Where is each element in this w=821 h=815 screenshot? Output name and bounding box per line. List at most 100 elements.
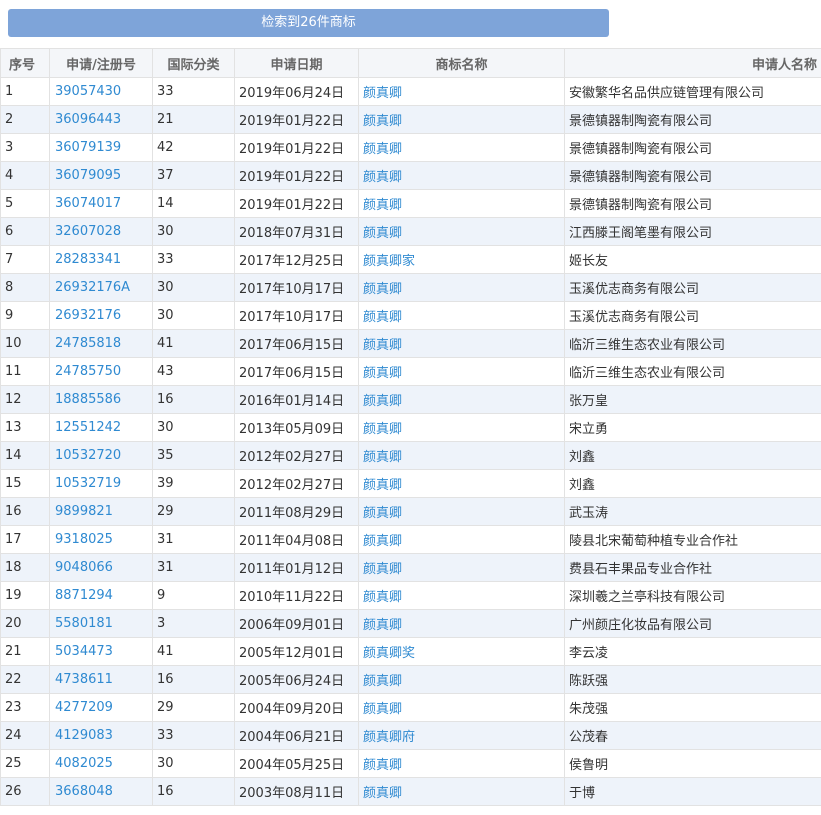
registration-number-link[interactable]: 24785818 bbox=[49, 329, 153, 358]
trademark-name-link[interactable]: 颜真卿 bbox=[358, 749, 565, 778]
applicant-name: 李云凌 bbox=[564, 637, 821, 666]
trademark-name-link[interactable]: 颜真卿奖 bbox=[358, 637, 565, 666]
table-row[interactable]: 6 32607028 30 2018年07月31日 颜真卿 江西滕王阁笔墨有限公司 bbox=[0, 217, 821, 246]
trademark-name-link[interactable]: 颜真卿 bbox=[358, 301, 565, 330]
trademark-name-link[interactable]: 颜真卿 bbox=[358, 357, 565, 386]
trademark-name-link[interactable]: 颜真卿 bbox=[358, 609, 565, 638]
trademark-name-link[interactable]: 颜真卿家 bbox=[358, 245, 565, 274]
trademark-name-link[interactable]: 颜真卿 bbox=[358, 441, 565, 470]
header-index[interactable]: 序号 bbox=[0, 48, 50, 78]
trademark-name-link[interactable]: 颜真卿 bbox=[358, 497, 565, 526]
table-row[interactable]: 16 9899821 29 2011年08月29日 颜真卿 武玉涛 bbox=[0, 497, 821, 526]
table-row[interactable]: 4 36079095 37 2019年01月22日 颜真卿 景德镇器制陶瓷有限公司 bbox=[0, 161, 821, 190]
registration-number-link[interactable]: 32607028 bbox=[49, 217, 153, 246]
international-class: 42 bbox=[152, 133, 235, 162]
trademark-name-link[interactable]: 颜真卿 bbox=[358, 553, 565, 582]
registration-number-link[interactable]: 5580181 bbox=[49, 609, 153, 638]
header-application-date[interactable]: 申请日期 bbox=[234, 48, 359, 78]
trademark-name-link[interactable]: 颜真卿 bbox=[358, 469, 565, 498]
header-applicant-name[interactable]: 申请人名称 bbox=[564, 48, 821, 78]
registration-number-link[interactable]: 36079139 bbox=[49, 133, 153, 162]
trademark-name-link[interactable]: 颜真卿 bbox=[358, 329, 565, 358]
registration-number-link[interactable]: 18885586 bbox=[49, 385, 153, 414]
registration-number-link[interactable]: 28283341 bbox=[49, 245, 153, 274]
registration-number-link[interactable]: 5034473 bbox=[49, 637, 153, 666]
international-class: 30 bbox=[152, 217, 235, 246]
search-result-banner[interactable]: 检索到26件商标 bbox=[8, 9, 609, 37]
table-row[interactable]: 1 39057430 33 2019年06月24日 颜真卿 安徽繁华名品供应链管理有限公司 bbox=[0, 77, 821, 106]
registration-number-link[interactable]: 9318025 bbox=[49, 525, 153, 554]
trademark-name-link[interactable]: 颜真卿 bbox=[358, 217, 565, 246]
table-row[interactable]: 26 3668048 16 2003年08月11日 颜真卿 于博 bbox=[0, 777, 821, 806]
table-row[interactable]: 22 4738611 16 2005年06月24日 颜真卿 陈跃强 bbox=[0, 665, 821, 694]
trademark-name-link[interactable]: 颜真卿 bbox=[358, 693, 565, 722]
registration-number-link[interactable]: 4129083 bbox=[49, 721, 153, 750]
table-row[interactable]: 11 24785750 43 2017年06月15日 颜真卿 临沂三维生态农业有限公司 bbox=[0, 357, 821, 386]
header-registration-number[interactable]: 申请/注册号 bbox=[49, 48, 153, 78]
registration-number-link[interactable]: 10532720 bbox=[49, 441, 153, 470]
application-date: 2019年01月22日 bbox=[234, 133, 359, 162]
table-row[interactable]: 23 4277209 29 2004年09月20日 颜真卿 朱茂强 bbox=[0, 693, 821, 722]
international-class: 41 bbox=[152, 637, 235, 666]
table-row[interactable]: 20 5580181 3 2006年09月01日 颜真卿 广州颜庄化妆品有限公司 bbox=[0, 609, 821, 638]
trademark-name-link[interactable]: 颜真卿 bbox=[358, 273, 565, 302]
registration-number-link[interactable]: 26932176A bbox=[49, 273, 153, 302]
table-row[interactable]: 25 4082025 30 2004年05月25日 颜真卿 侯鲁明 bbox=[0, 749, 821, 778]
registration-number-link[interactable]: 4277209 bbox=[49, 693, 153, 722]
table-row[interactable]: 17 9318025 31 2011年04月08日 颜真卿 陵县北宋葡萄种植专业合作社 bbox=[0, 525, 821, 554]
trademark-name-link[interactable]: 颜真卿 bbox=[358, 665, 565, 694]
trademark-name-link[interactable]: 颜真卿 bbox=[358, 189, 565, 218]
registration-number-link[interactable]: 39057430 bbox=[49, 77, 153, 106]
trademark-name-link[interactable]: 颜真卿 bbox=[358, 777, 565, 806]
trademark-name-link[interactable]: 颜真卿 bbox=[358, 77, 565, 106]
registration-number-link[interactable]: 4738611 bbox=[49, 665, 153, 694]
row-index: 17 bbox=[0, 525, 50, 554]
table-row[interactable]: 10 24785818 41 2017年06月15日 颜真卿 临沂三维生态农业有限公司 bbox=[0, 329, 821, 358]
table-row[interactable]: 12 18885586 16 2016年01月14日 颜真卿 张万皇 bbox=[0, 385, 821, 414]
registration-number-link[interactable]: 10532719 bbox=[49, 469, 153, 498]
application-date: 2011年01月12日 bbox=[234, 553, 359, 582]
table-row[interactable]: 18 9048066 31 2011年01月12日 颜真卿 费县石丰果品专业合作社 bbox=[0, 553, 821, 582]
table-row[interactable]: 21 5034473 41 2005年12月01日 颜真卿奖 李云凌 bbox=[0, 637, 821, 666]
registration-number-link[interactable]: 9899821 bbox=[49, 497, 153, 526]
table-row[interactable]: 19 8871294 9 2010年11月22日 颜真卿 深圳羲之兰亭科技有限公司 bbox=[0, 581, 821, 610]
trademark-name-link[interactable]: 颜真卿 bbox=[358, 133, 565, 162]
registration-number-link[interactable]: 8871294 bbox=[49, 581, 153, 610]
registration-number-link[interactable]: 24785750 bbox=[49, 357, 153, 386]
header-trademark-name[interactable]: 商标名称 bbox=[358, 48, 565, 78]
application-date: 2019年01月22日 bbox=[234, 161, 359, 190]
table-row[interactable]: 13 12551242 30 2013年05月09日 颜真卿 宋立勇 bbox=[0, 413, 821, 442]
trademark-name-link[interactable]: 颜真卿 bbox=[358, 413, 565, 442]
trademark-name-link[interactable]: 颜真卿 bbox=[358, 105, 565, 134]
trademark-name-link[interactable]: 颜真卿府 bbox=[358, 721, 565, 750]
table-row[interactable]: 24 4129083 33 2004年06月21日 颜真卿府 公茂春 bbox=[0, 721, 821, 750]
header-international-class[interactable]: 国际分类 bbox=[152, 48, 235, 78]
registration-number-link[interactable]: 26932176 bbox=[49, 301, 153, 330]
table-row[interactable]: 14 10532720 35 2012年02月27日 颜真卿 刘鑫 bbox=[0, 441, 821, 470]
registration-number-link[interactable]: 12551242 bbox=[49, 413, 153, 442]
table-row[interactable]: 2 36096443 21 2019年01月22日 颜真卿 景德镇器制陶瓷有限公司 bbox=[0, 105, 821, 134]
international-class: 16 bbox=[152, 665, 235, 694]
trademark-name-link[interactable]: 颜真卿 bbox=[358, 385, 565, 414]
row-index: 7 bbox=[0, 245, 50, 274]
registration-number-link[interactable]: 36096443 bbox=[49, 105, 153, 134]
table-row[interactable]: 7 28283341 33 2017年12月25日 颜真卿家 姬长友 bbox=[0, 245, 821, 274]
registration-number-link[interactable]: 4082025 bbox=[49, 749, 153, 778]
table-row[interactable]: 9 26932176 30 2017年10月17日 颜真卿 玉溪优志商务有限公司 bbox=[0, 301, 821, 330]
table-row[interactable]: 8 26932176A 30 2017年10月17日 颜真卿 玉溪优志商务有限公司 bbox=[0, 273, 821, 302]
table-row[interactable]: 3 36079139 42 2019年01月22日 颜真卿 景德镇器制陶瓷有限公司 bbox=[0, 133, 821, 162]
application-date: 2013年05月09日 bbox=[234, 413, 359, 442]
international-class: 31 bbox=[152, 525, 235, 554]
registration-number-link[interactable]: 9048066 bbox=[49, 553, 153, 582]
international-class: 33 bbox=[152, 77, 235, 106]
table-row[interactable]: 5 36074017 14 2019年01月22日 颜真卿 景德镇器制陶瓷有限公司 bbox=[0, 189, 821, 218]
trademark-name-link[interactable]: 颜真卿 bbox=[358, 581, 565, 610]
trademark-name-link[interactable]: 颜真卿 bbox=[358, 525, 565, 554]
applicant-name: 景德镇器制陶瓷有限公司 bbox=[564, 105, 821, 134]
application-date: 2010年11月22日 bbox=[234, 581, 359, 610]
trademark-name-link[interactable]: 颜真卿 bbox=[358, 161, 565, 190]
table-row[interactable]: 15 10532719 39 2012年02月27日 颜真卿 刘鑫 bbox=[0, 469, 821, 498]
registration-number-link[interactable]: 3668048 bbox=[49, 777, 153, 806]
registration-number-link[interactable]: 36074017 bbox=[49, 189, 153, 218]
registration-number-link[interactable]: 36079095 bbox=[49, 161, 153, 190]
